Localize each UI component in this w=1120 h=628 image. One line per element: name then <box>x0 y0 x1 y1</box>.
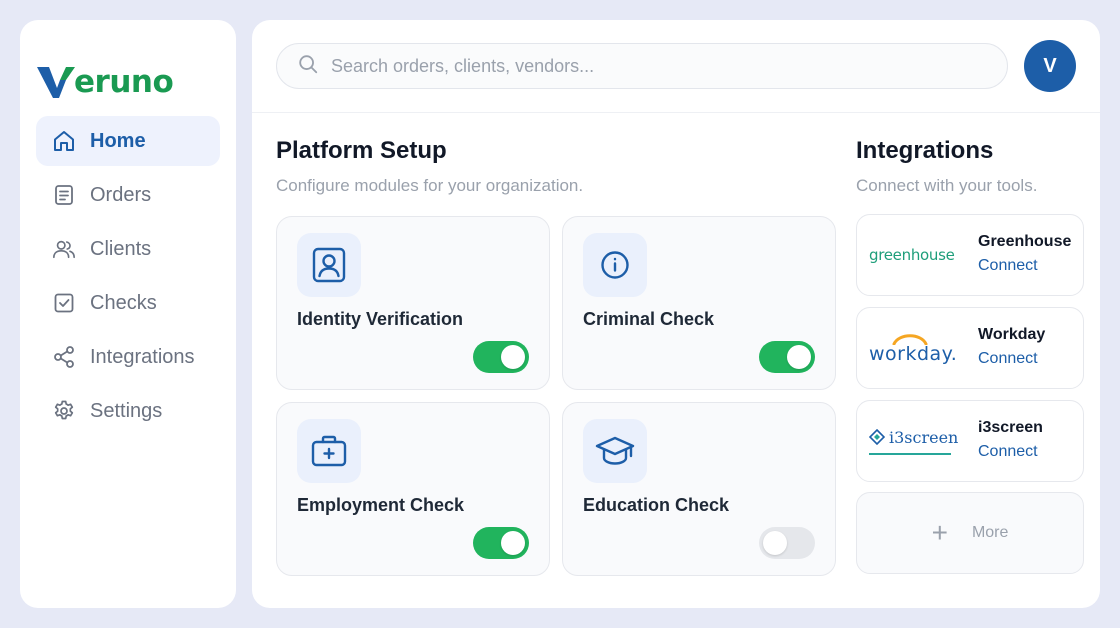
integrations-title: Integrations <box>856 137 994 164</box>
integration-name: Greenhouse <box>978 233 1072 250</box>
sidebar-item-label: Integrations <box>90 345 195 368</box>
users-icon <box>52 237 76 261</box>
sidebar-item-label: Checks <box>90 291 157 314</box>
sidebar-item-home[interactable]: Home <box>36 116 220 166</box>
module-title: Employment Check <box>297 495 465 515</box>
top-bar: V <box>252 20 1100 113</box>
i3screen-tagline-bar <box>869 452 951 455</box>
integrations-subtitle: Connect with your tools. <box>856 176 1038 195</box>
sidebar-item-label: Clients <box>90 237 152 260</box>
share-icon <box>52 345 76 369</box>
integration-card-greenhouse: greenhouse Greenhouse Connect <box>856 214 1084 296</box>
criminal-check-toggle[interactable] <box>759 341 815 373</box>
more-label: More <box>971 524 1009 541</box>
sidebar-item-orders[interactable]: Orders <box>36 170 220 220</box>
brand-name: eruno <box>74 64 174 100</box>
identity-verification-toggle[interactable] <box>473 341 529 373</box>
workday-connect-link[interactable]: Connect <box>978 350 1038 368</box>
module-card-education-check: Education Check <box>562 402 836 576</box>
workday-logo: workday. <box>869 308 965 388</box>
employment-check-toggle[interactable] <box>473 527 529 559</box>
sidebar-nav: Home Orders Clients Checks Integrations … <box>36 116 220 440</box>
plus-icon: + <box>931 517 948 548</box>
module-title: Education Check <box>583 495 730 515</box>
integration-card-i3screen: i3screen i3screen Connect <box>856 400 1084 482</box>
sidebar-item-settings[interactable]: Settings <box>36 386 220 436</box>
sidebar-item-integrations[interactable]: Integrations <box>36 332 220 382</box>
module-title: Identity Verification <box>297 309 464 329</box>
search-bar[interactable] <box>276 43 1008 89</box>
brand-logo[interactable]: eruno <box>36 60 174 104</box>
home-icon <box>52 129 76 153</box>
main-panel: V Platform Setup Configure modules for y… <box>252 20 1100 608</box>
module-card-identity-verification: Identity Verification <box>276 216 550 390</box>
gear-icon <box>52 399 76 423</box>
i3screen-logo: i3screen <box>869 401 965 481</box>
platform-setup-title: Platform Setup <box>276 137 447 164</box>
module-title: Criminal Check <box>583 309 715 329</box>
sidebar-item-clients[interactable]: Clients <box>36 224 220 274</box>
education-check-toggle[interactable] <box>759 527 815 559</box>
integration-card-workday: workday. Workday Connect <box>856 307 1084 389</box>
module-card-criminal-check: Criminal Check <box>562 216 836 390</box>
veruno-v-logo-icon <box>37 67 75 98</box>
toggle-knob <box>501 531 525 555</box>
search-input[interactable] <box>331 55 971 77</box>
sidebar-item-label: Home <box>90 129 146 152</box>
user-avatar[interactable]: V <box>1024 40 1076 92</box>
checkbox-icon <box>52 291 76 315</box>
greenhouse-logo: greenhouse <box>869 246 955 264</box>
graduation-cap-icon <box>583 419 647 483</box>
i3screen-connect-link[interactable]: Connect <box>978 443 1038 461</box>
more-integrations-button[interactable]: + More <box>856 492 1084 574</box>
info-icon <box>583 233 647 297</box>
toggle-knob <box>787 345 811 369</box>
sidebar-item-checks[interactable]: Checks <box>36 278 220 328</box>
briefcase-icon <box>297 419 361 483</box>
toggle-knob <box>501 345 525 369</box>
search-icon <box>297 53 319 80</box>
module-card-employment-check: Employment Check <box>276 402 550 576</box>
id-card-icon <box>297 233 361 297</box>
i3screen-diamond-icon <box>869 429 885 445</box>
greenhouse-connect-link[interactable]: Connect <box>978 257 1038 275</box>
sidebar: eruno Home Orders Clients Checks Integra… <box>20 20 236 608</box>
sidebar-item-label: Orders <box>90 183 152 206</box>
integration-name: Workday <box>978 326 1046 343</box>
platform-setup-subtitle: Configure modules for your organization. <box>276 176 584 195</box>
document-icon <box>52 183 76 207</box>
toggle-knob <box>763 531 787 555</box>
integration-name: i3screen <box>978 419 1043 436</box>
sidebar-item-label: Settings <box>90 399 163 422</box>
